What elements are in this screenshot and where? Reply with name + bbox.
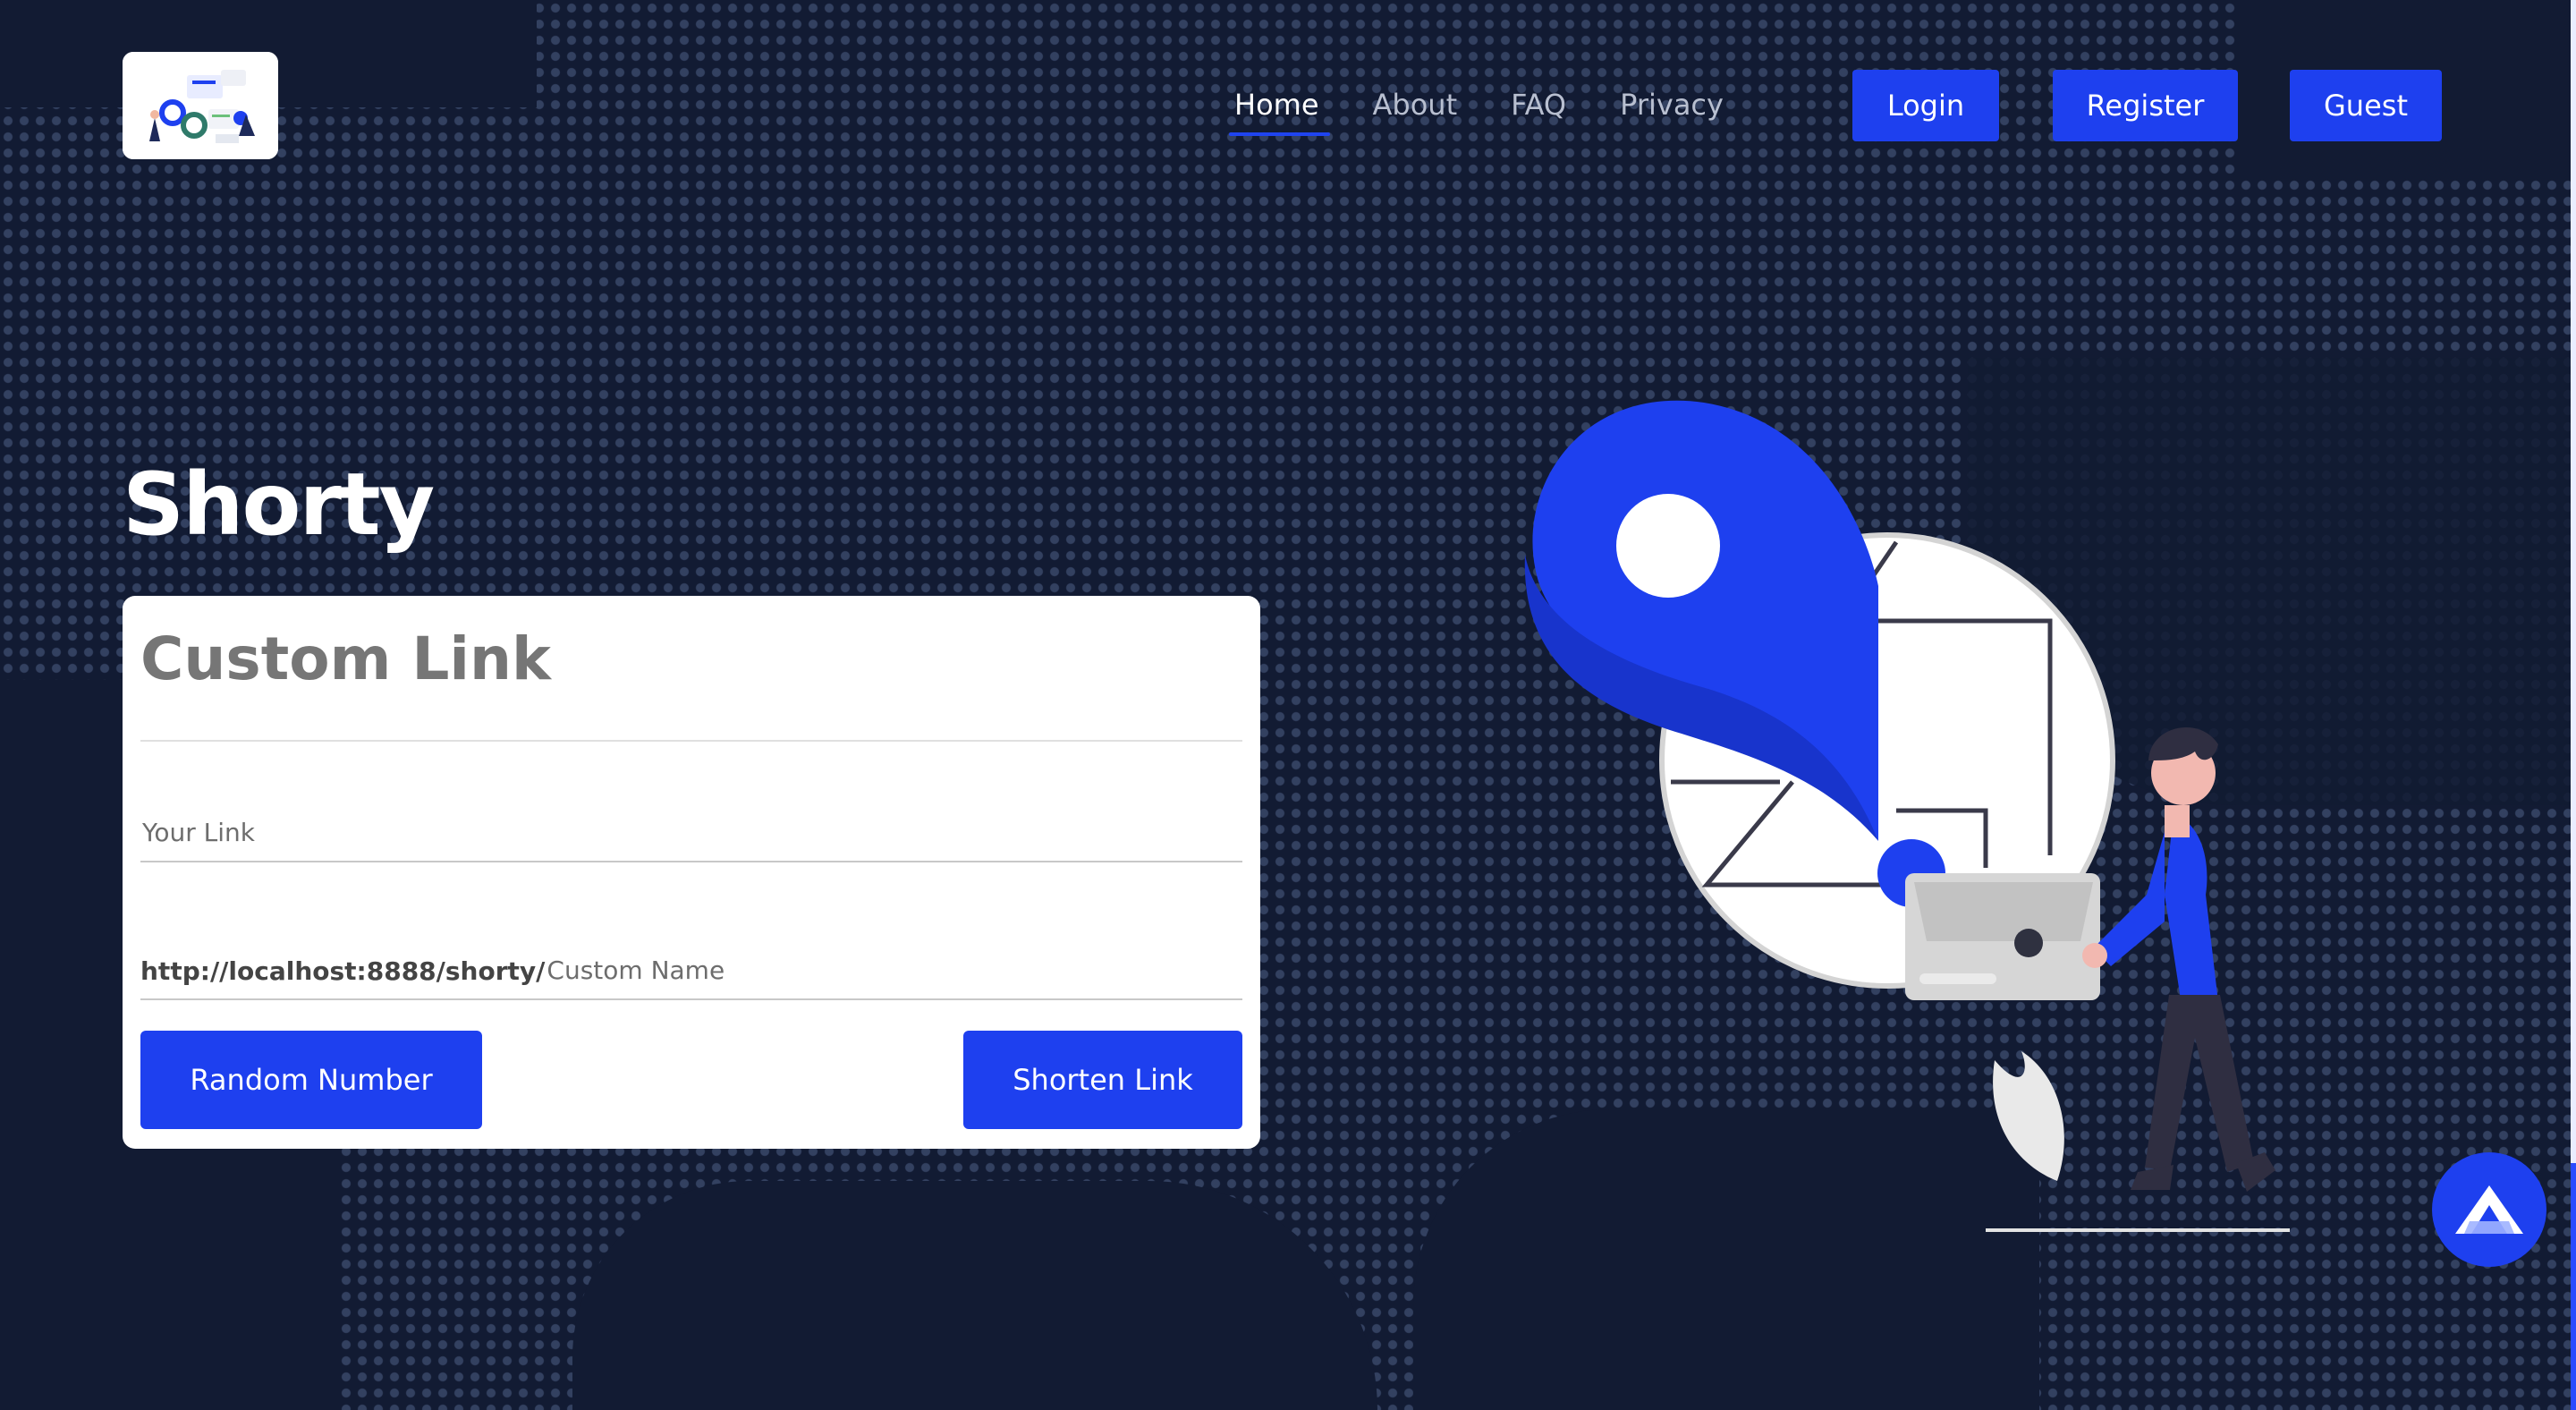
shorten-link-button[interactable]: Shorten Link	[963, 1031, 1242, 1129]
nav-link-faq[interactable]: FAQ	[1511, 84, 1566, 125]
custom-link-card: Custom Link http://localhost:8888/shorty…	[123, 596, 1260, 1149]
custom-name-input[interactable]	[545, 955, 1242, 986]
register-button[interactable]: Register	[2053, 70, 2238, 141]
background-fade	[572, 1181, 1377, 1410]
laptop	[1905, 873, 2100, 1000]
card-divider	[140, 740, 1242, 742]
login-button[interactable]: Login	[1852, 70, 1999, 141]
nav-link-privacy[interactable]: Privacy	[1620, 84, 1724, 125]
card-title: Custom Link	[140, 624, 551, 693]
main-nav: Home About FAQ Privacy	[1229, 84, 1724, 136]
logo-link[interactable]	[123, 52, 278, 159]
page-title: Shorty	[123, 454, 435, 555]
location-pin-illustration	[1524, 400, 2290, 1232]
assistant-logo-icon	[2455, 1185, 2523, 1234]
nav-link-home[interactable]: Home	[1229, 84, 1329, 136]
nav-link-about[interactable]: About	[1373, 84, 1458, 125]
scrollbar-thumb[interactable]	[2571, 0, 2576, 1163]
assistant-fab-button[interactable]	[2432, 1152, 2546, 1267]
guest-button[interactable]: Guest	[2290, 70, 2442, 141]
logo-illustration-icon	[123, 52, 278, 159]
custom-name-field-row: http://localhost:8888/shorty/	[140, 891, 1242, 1000]
random-number-button[interactable]: Random Number	[140, 1031, 482, 1129]
link-input[interactable]	[140, 817, 1242, 848]
url-prefix: http://localhost:8888/shorty/	[140, 956, 546, 986]
plant-leaf	[1993, 1051, 2064, 1181]
link-field-row	[140, 753, 1242, 862]
